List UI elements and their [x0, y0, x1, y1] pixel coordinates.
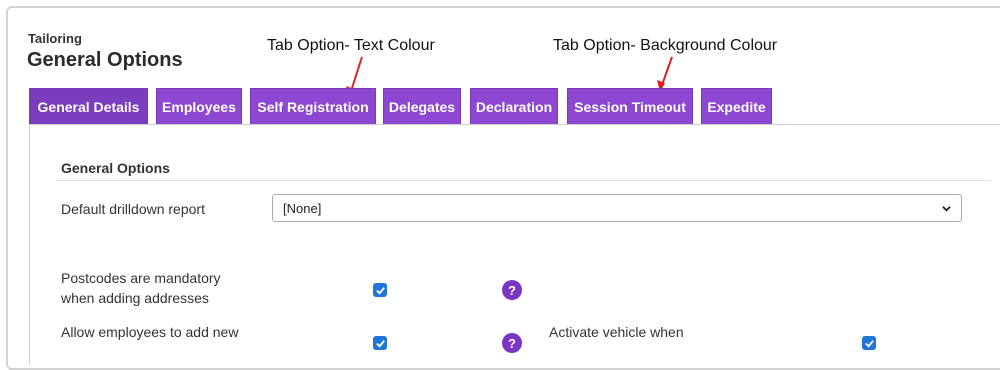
tab-expedite[interactable]: Expedite — [701, 88, 772, 125]
chevron-down-icon — [942, 205, 951, 212]
allow-employees-help-icon[interactable]: ? — [502, 333, 522, 353]
section-title: General Options — [61, 160, 170, 176]
default-drilldown-select[interactable]: [None] — [272, 194, 962, 222]
tab-general-details[interactable]: General Details — [29, 88, 148, 125]
check-icon — [375, 339, 385, 348]
default-drilldown-value: [None] — [283, 200, 322, 216]
postcodes-checkbox[interactable] — [373, 283, 387, 297]
tab-declaration[interactable]: Declaration — [470, 88, 558, 125]
breadcrumb: Tailoring — [28, 31, 82, 46]
tab-self-registration[interactable]: Self Registration — [250, 88, 376, 125]
postcodes-label-line1: Postcodes are mandatory — [61, 270, 221, 286]
default-drilldown-label: Default drilldown report — [61, 201, 205, 217]
page-title: General Options — [27, 49, 183, 71]
activate-vehicle-label: Activate vehicle when — [549, 324, 684, 340]
tab-session-timeout[interactable]: Session Timeout — [567, 88, 693, 125]
check-icon — [864, 339, 874, 348]
annotation-background-colour: Tab Option- Background Colour — [553, 37, 778, 54]
allow-employees-label: Allow employees to add new — [61, 324, 239, 340]
section-divider — [56, 180, 991, 181]
tab-delegates[interactable]: Delegates — [383, 88, 461, 125]
postcodes-help-icon[interactable]: ? — [502, 280, 522, 300]
annotation-text-colour: Tab Option- Text Colour — [267, 37, 435, 54]
allow-employees-checkbox[interactable] — [373, 336, 387, 350]
postcodes-label-line2: when adding addresses — [61, 290, 209, 306]
check-icon — [375, 286, 385, 295]
tab-employees[interactable]: Employees — [156, 88, 242, 125]
activate-vehicle-checkbox[interactable] — [862, 336, 876, 350]
